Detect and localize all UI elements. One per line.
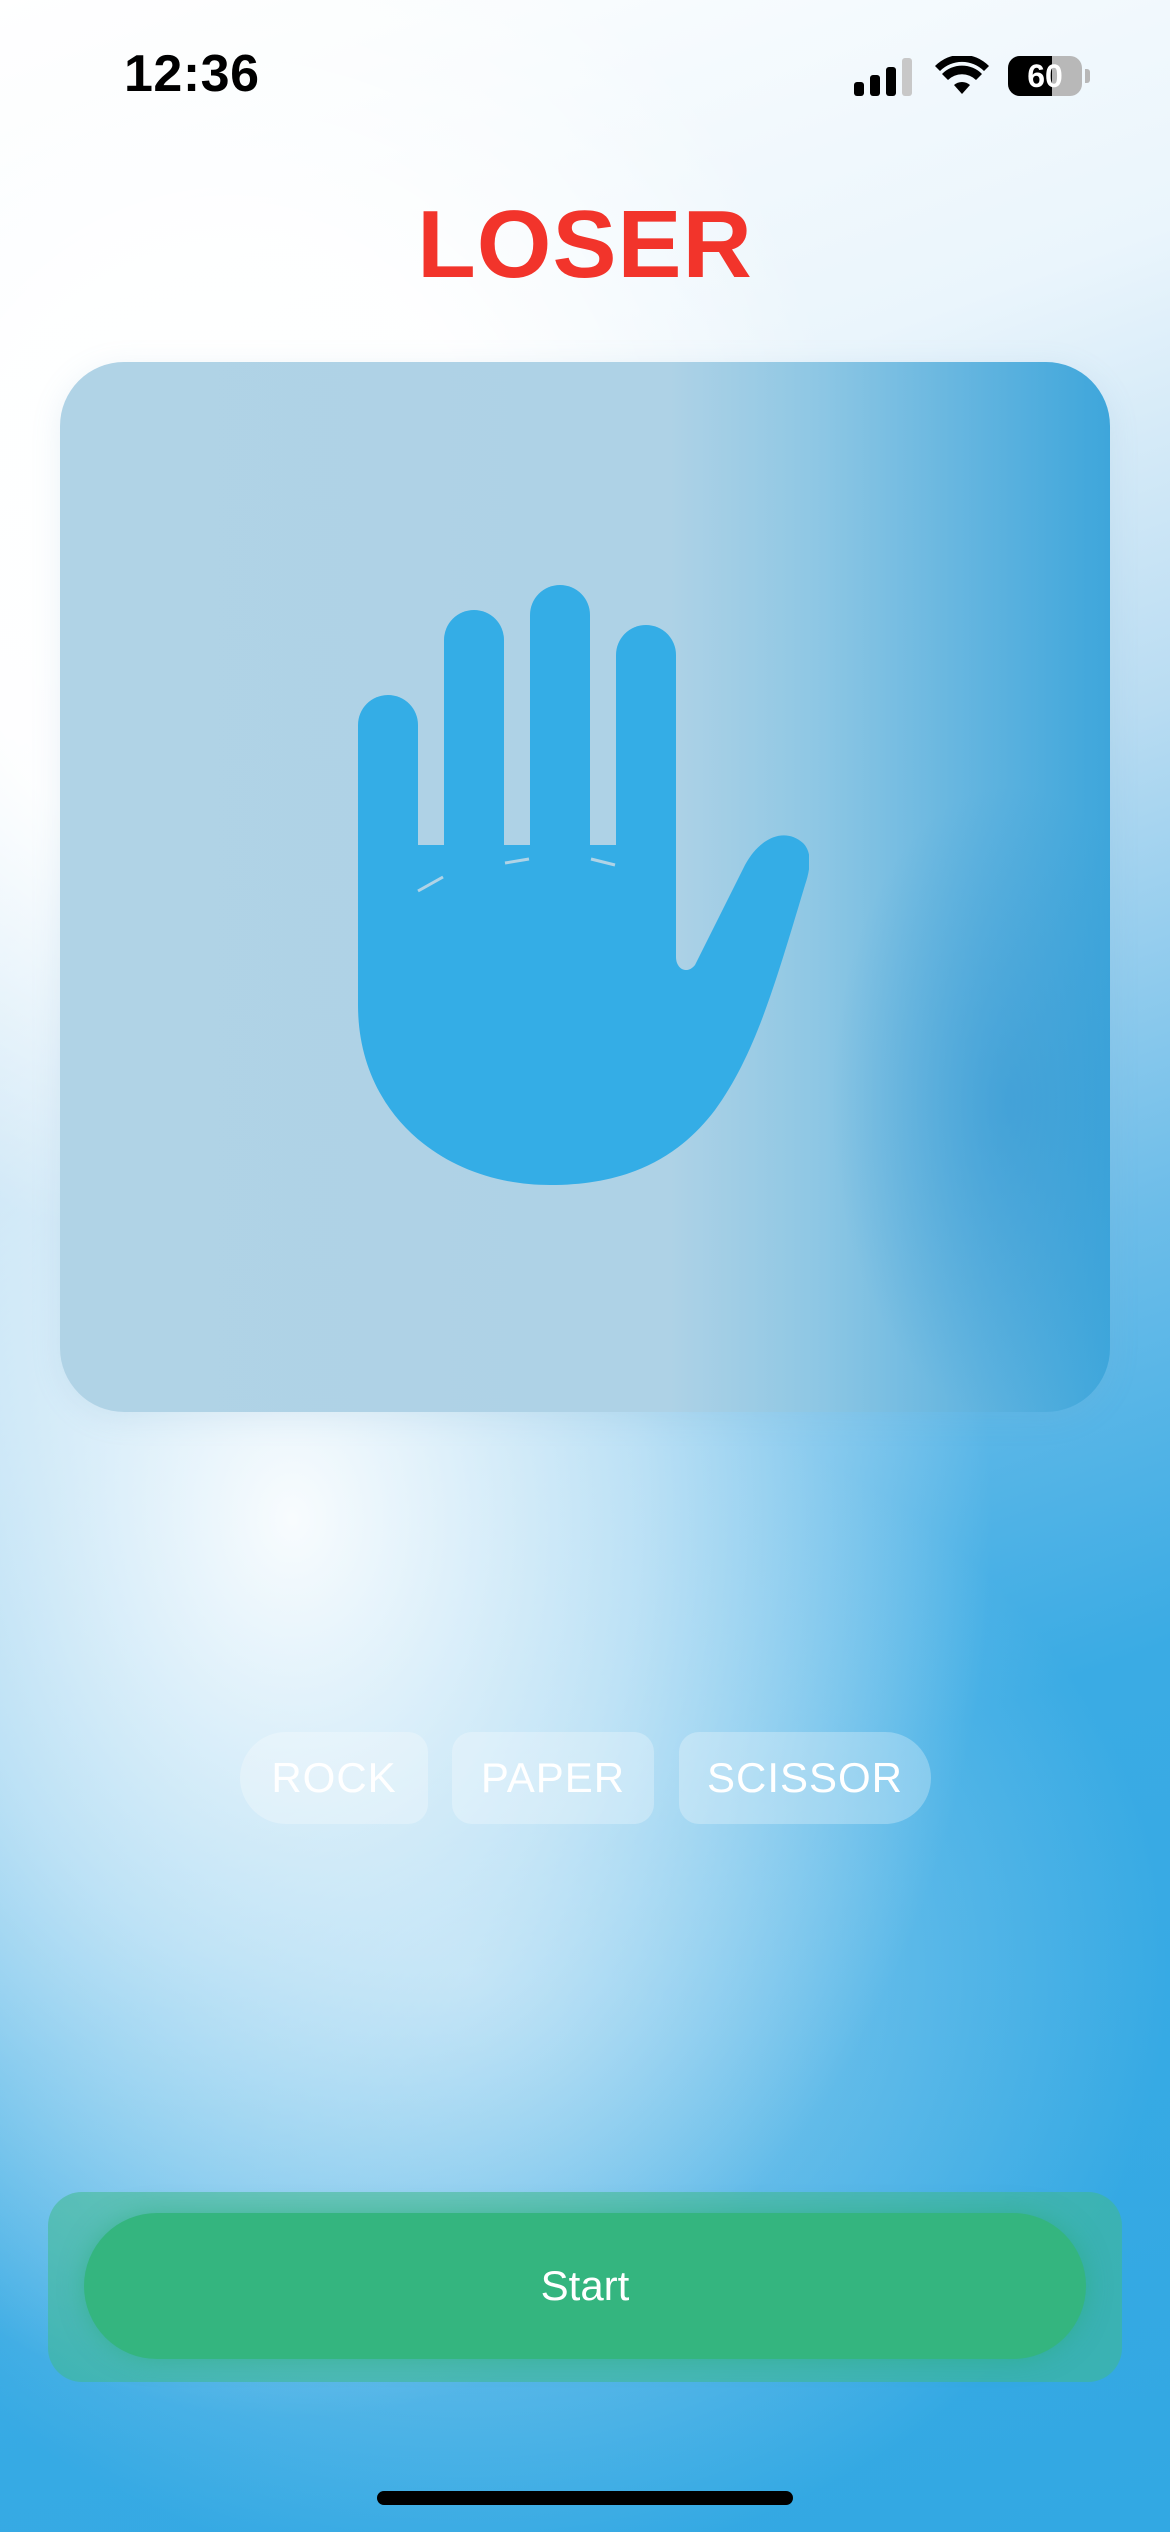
hand-raised-icon — [358, 585, 809, 1185]
start-button[interactable]: Start — [84, 2213, 1086, 2359]
battery-icon: 60 — [1008, 56, 1090, 96]
battery-level: 60 — [1027, 58, 1063, 94]
rock-button[interactable]: ROCK — [240, 1732, 428, 1824]
wifi-icon — [935, 56, 989, 94]
paper-button[interactable]: PAPER — [452, 1732, 654, 1824]
result-title: LOSER — [417, 191, 753, 298]
game-screen: 12:36 60 LOSER ROCK PAPER SCISSOR Start — [0, 0, 1170, 2532]
home-indicator[interactable] — [377, 2491, 793, 2505]
scissor-button[interactable]: SCISSOR — [679, 1732, 931, 1824]
status-time: 12:36 — [124, 45, 260, 103]
cellular-signal-icon — [854, 58, 914, 96]
